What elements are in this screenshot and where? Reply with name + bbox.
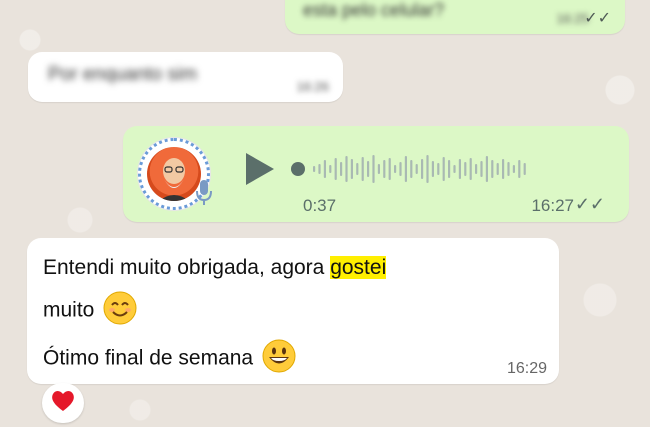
waveform-bar (388, 158, 391, 180)
waveform-bar (394, 165, 397, 173)
waveform-bar (334, 158, 337, 180)
waveform-bar (437, 163, 440, 175)
audio-waveform[interactable] (309, 152, 529, 191)
waveform-bar (356, 163, 359, 175)
waveform-bar (329, 165, 332, 173)
double-check-icon: ✓✓ (584, 10, 611, 27)
waveform-bar (410, 160, 413, 178)
mic-icon (196, 180, 212, 211)
waveform-bar (442, 157, 445, 181)
smiling-face-emoji (102, 290, 138, 332)
waveform-bar (480, 161, 483, 177)
waveform-bar (512, 165, 515, 173)
double-check-icon: ✓✓ (574, 194, 605, 214)
waveform-bar (426, 155, 429, 183)
waveform-bar (469, 158, 472, 180)
reaction-badge[interactable] (42, 383, 84, 423)
waveform-bar (377, 164, 380, 174)
message-time: 16:27 (531, 196, 574, 215)
waveform-bar (415, 164, 418, 174)
waveform-bar (399, 162, 402, 176)
waveform-bar (350, 159, 353, 179)
message-text: muito (43, 298, 95, 322)
waveform-bar (448, 160, 451, 178)
playback-scrubber[interactable] (291, 162, 305, 176)
heart-icon (50, 389, 76, 418)
waveform-bar (431, 161, 434, 177)
waveform-bar (502, 159, 505, 179)
avatar-image (147, 147, 201, 201)
waveform-bar (372, 155, 375, 183)
waveform-bar (340, 162, 343, 176)
waveform-bar (518, 160, 521, 178)
message-line: Entendi muito obrigada, agora gostei (43, 256, 387, 280)
message-line: Ótimo final de semana (43, 338, 297, 380)
waveform-bar (458, 159, 461, 179)
play-icon[interactable] (242, 150, 276, 193)
message-time: 16:29 (506, 360, 547, 377)
message-line: muito (43, 290, 138, 332)
waveform-bar (421, 159, 424, 179)
waveform-bar (318, 164, 321, 174)
voice-duration: 0:37 (303, 196, 337, 215)
message-bubble-incoming[interactable]: Por enquanto sim 16:26 (28, 52, 343, 102)
message-bubble-outgoing[interactable]: esta pelo celular? 16:25 ✓✓ (285, 0, 625, 34)
message-text: Por enquanto sim (48, 64, 197, 85)
waveform-bar (523, 163, 526, 175)
message-time: 16:26 (296, 79, 329, 94)
voice-message-bubble[interactable]: 0:37 16:27 ✓✓ (123, 126, 629, 222)
waveform-bar (475, 164, 478, 174)
waveform-bar (464, 162, 467, 176)
waveform-bar (404, 156, 407, 182)
waveform-bar (485, 156, 488, 182)
waveform-bar (323, 160, 326, 178)
waveform-bar (361, 157, 364, 181)
waveform-bar (367, 161, 370, 177)
message-text: Ótimo final de semana (43, 346, 254, 370)
waveform-bar (313, 166, 316, 172)
waveform-bar (453, 165, 456, 173)
waveform-bar (383, 160, 386, 178)
message-bubble-incoming[interactable]: Entendi muito obrigada, agora gostei mui… (27, 238, 559, 384)
waveform-bar (345, 156, 348, 182)
message-text: esta pelo celular? (303, 0, 445, 20)
waveform-bar (507, 162, 510, 176)
highlighted-text: gostei (330, 256, 387, 279)
grinning-face-emoji (261, 338, 297, 380)
waveform-bar (496, 163, 499, 175)
message-text: Entendi muito obrigada, agora (43, 256, 331, 279)
waveform-bar (491, 160, 494, 178)
